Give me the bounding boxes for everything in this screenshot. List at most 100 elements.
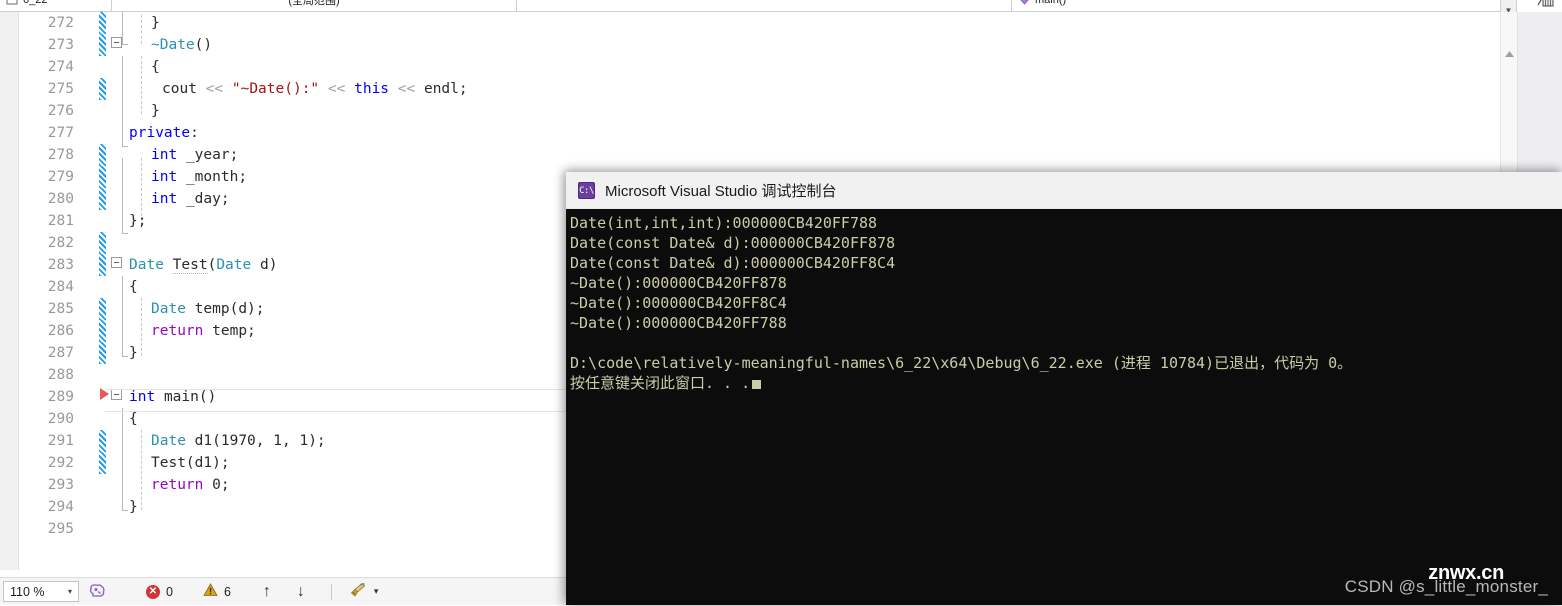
console-output-line: Date(const Date& d):000000CB420FF8C4 bbox=[570, 254, 896, 272]
next-issue-button[interactable]: ↓ bbox=[297, 578, 305, 606]
scroll-up-arrow-icon[interactable] bbox=[1501, 46, 1518, 62]
line-number: 290 bbox=[47, 411, 74, 427]
code-text: } bbox=[151, 15, 160, 31]
unsaved-change-bar bbox=[99, 34, 106, 56]
code-text: Date d1(1970, 1, 1); bbox=[151, 433, 326, 449]
unsaved-change-bar bbox=[99, 232, 106, 254]
line-number: 275 bbox=[47, 81, 74, 97]
code-text: return 0; bbox=[151, 477, 230, 493]
line-number: 294 bbox=[47, 499, 74, 515]
status-bar-divider bbox=[330, 583, 332, 600]
unsaved-change-bar bbox=[99, 298, 106, 320]
error-count-label: 0 bbox=[166, 584, 173, 599]
line-number: 289 bbox=[47, 389, 74, 405]
line-number: 282 bbox=[47, 235, 74, 251]
code-text: private: bbox=[129, 125, 199, 141]
code-text: Test(d1); bbox=[151, 455, 230, 471]
code-text: ~Date() bbox=[151, 37, 213, 53]
line-number: 292 bbox=[47, 455, 74, 471]
code-line[interactable]: 276} bbox=[0, 100, 1500, 122]
unsaved-change-bar bbox=[99, 320, 106, 342]
console-cmd-icon: C:\ bbox=[578, 181, 595, 199]
unsaved-change-bar bbox=[99, 12, 106, 34]
nav-spacer-cell bbox=[517, 0, 1012, 11]
nav-scope-dropdown[interactable]: (全局范围) bbox=[112, 0, 517, 11]
line-number: 278 bbox=[47, 147, 74, 163]
console-output-line: ~Date():000000CB420FF788 bbox=[570, 314, 787, 332]
broom-icon bbox=[350, 582, 368, 601]
unsaved-change-bar bbox=[99, 254, 106, 276]
line-number: 288 bbox=[47, 367, 74, 383]
code-text: cout << "~Date():" << this << endl; bbox=[162, 81, 468, 97]
nav-file-dropdown[interactable]: 6_22 bbox=[0, 0, 112, 11]
arrow-up-icon: ↑ bbox=[262, 582, 271, 600]
unsaved-change-bar bbox=[99, 78, 106, 100]
line-number: 277 bbox=[47, 125, 74, 141]
line-number: 283 bbox=[47, 257, 74, 273]
warning-triangle-icon bbox=[203, 583, 218, 600]
code-text: int _day; bbox=[151, 191, 230, 207]
line-number: 280 bbox=[47, 191, 74, 207]
line-number: 273 bbox=[47, 37, 74, 53]
nav-member-dropdown[interactable]: main() bbox=[1012, 0, 1492, 11]
cleanup-chevron-icon[interactable]: ▾ bbox=[374, 586, 379, 597]
console-output-line: ~Date():000000CB420FF878 bbox=[570, 274, 787, 292]
error-circle-icon: ✕ bbox=[146, 584, 160, 599]
csdn-watermark: CSDN @s_little_monster_ bbox=[1344, 577, 1548, 596]
zoom-level-combobox[interactable]: 110 % ▾ bbox=[3, 581, 79, 602]
code-line[interactable]: 274 { bbox=[0, 56, 1500, 78]
code-text: Date temp(d); bbox=[151, 301, 265, 317]
chevron-down-icon[interactable]: ▾ bbox=[62, 587, 78, 596]
console-title-bar[interactable]: C:\ Microsoft Visual Studio 调试控制台 bbox=[566, 172, 1562, 209]
vertical-splitter-icon[interactable] bbox=[1533, 0, 1557, 10]
arrow-down-icon: ↓ bbox=[296, 582, 305, 600]
code-line[interactable]: 278 int _year; bbox=[0, 144, 1500, 166]
warning-count-label: 6 bbox=[223, 584, 231, 599]
console-title-label: Microsoft Visual Studio 调试控制台 bbox=[605, 182, 837, 200]
line-number: 274 bbox=[47, 59, 74, 75]
console-output-line: 按任意键关闭此窗口. . . bbox=[568, 373, 1562, 393]
code-line[interactable]: 272} bbox=[0, 12, 1500, 34]
code-text: return temp; bbox=[151, 323, 256, 339]
previous-issue-button[interactable]: ↑ bbox=[263, 578, 271, 606]
unsaved-change-bar bbox=[99, 166, 106, 188]
unsaved-change-bar bbox=[99, 144, 106, 166]
code-text: }; bbox=[129, 213, 147, 229]
code-text: { bbox=[151, 59, 160, 75]
line-number: 291 bbox=[47, 433, 74, 449]
line-number: 279 bbox=[47, 169, 74, 185]
code-text: int _year; bbox=[151, 147, 239, 163]
line-number: 276 bbox=[47, 103, 74, 119]
code-text: } bbox=[129, 499, 138, 515]
line-number: 295 bbox=[47, 521, 74, 537]
zoom-level-value: 110 % bbox=[10, 584, 45, 599]
unsaved-change-bar bbox=[99, 342, 106, 364]
debug-console-window[interactable]: C:\ Microsoft Visual Studio 调试控制台 Date(i… bbox=[566, 172, 1562, 605]
code-text: { bbox=[129, 279, 138, 295]
console-output-line: ~Date():000000CB420FF8C4 bbox=[570, 294, 787, 312]
code-text: int main() bbox=[129, 389, 217, 405]
console-output-area[interactable]: Date(int,int,int):000000CB420FF788 Date(c… bbox=[566, 209, 1562, 605]
nav-scope-label: (全局范围) bbox=[288, 0, 340, 7]
line-number: 284 bbox=[47, 279, 74, 295]
line-number: 272 bbox=[47, 15, 74, 31]
console-output-line: Date(int,int,int):000000CB420FF788 bbox=[570, 214, 878, 232]
warning-count-item[interactable]: 6 bbox=[203, 578, 231, 606]
code-text: Date Test(Date d) bbox=[129, 257, 278, 274]
method-icon bbox=[1018, 0, 1031, 6]
code-line[interactable]: 277 private: bbox=[0, 122, 1500, 144]
error-count-item[interactable]: ✕ 0 bbox=[146, 578, 173, 606]
code-text: } bbox=[151, 103, 160, 119]
code-line[interactable]: 275 cout << "~Date():" << this << endl; bbox=[0, 78, 1500, 100]
console-output-line: Date(const Date& d):000000CB420FF878 bbox=[570, 234, 896, 252]
code-text: int _month; bbox=[151, 169, 248, 185]
intellicode-status[interactable] bbox=[89, 578, 106, 606]
editor-navigation-bar: 6_22 (全局范围) main() bbox=[0, 0, 1500, 12]
unsaved-change-bar bbox=[99, 452, 106, 474]
code-line[interactable]: 273 ~Date() bbox=[0, 34, 1500, 56]
console-cursor bbox=[752, 380, 762, 389]
unsaved-change-bar bbox=[99, 430, 106, 452]
console-output-line: D:\code\relatively-meaningful-names\6_22… bbox=[570, 354, 1353, 372]
code-cleanup-button[interactable]: ▾ bbox=[350, 578, 379, 606]
